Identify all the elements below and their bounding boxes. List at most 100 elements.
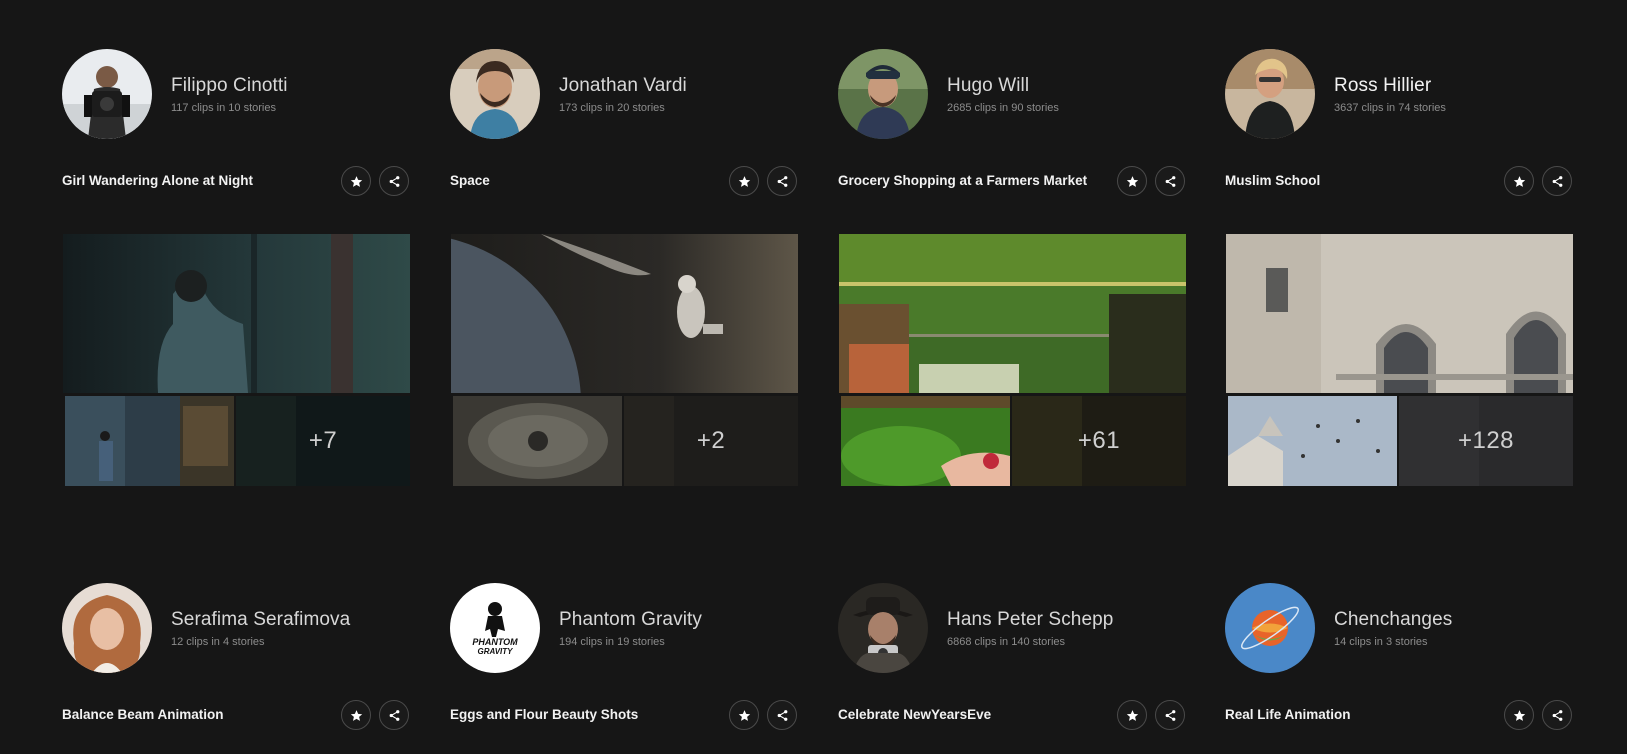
- favorite-button[interactable]: [729, 700, 759, 730]
- creator-name[interactable]: Serafima Serafimova: [171, 608, 350, 632]
- story-title[interactable]: Celebrate NewYearsEve: [838, 707, 991, 722]
- more-clips-tile[interactable]: +2: [624, 396, 798, 486]
- share-button[interactable]: [767, 166, 797, 196]
- favorite-button[interactable]: [729, 166, 759, 196]
- creator-stats: 14 clips in 3 stories: [1334, 636, 1428, 648]
- story-title[interactable]: Girl Wandering Alone at Night: [62, 173, 253, 188]
- story-title[interactable]: Eggs and Flour Beauty Shots: [450, 707, 638, 722]
- creator-avatar[interactable]: [62, 49, 152, 139]
- creator-avatar[interactable]: [450, 49, 540, 139]
- star-icon: [350, 709, 362, 721]
- creator-stats: 194 clips in 19 stories: [559, 636, 665, 648]
- creator-stats: 117 clips in 10 stories: [171, 102, 276, 114]
- creator-avatar[interactable]: [838, 583, 928, 673]
- star-icon: [1513, 175, 1525, 187]
- star-icon: [1126, 175, 1138, 187]
- clip-thumbnail[interactable]: [65, 396, 234, 486]
- story-title[interactable]: Space: [450, 173, 490, 188]
- story-title[interactable]: Muslim School: [1225, 173, 1320, 188]
- story-title[interactable]: Real Life Animation: [1225, 707, 1351, 722]
- star-icon: [738, 709, 750, 721]
- story-header: Celebrate NewYearsEve: [838, 700, 1186, 730]
- star-icon: [738, 175, 750, 187]
- creator-header[interactable]: PHANTOM GRAVITY Phantom Gravity 194 clip…: [450, 582, 702, 674]
- clip-collage[interactable]: +128: [1226, 234, 1573, 486]
- svg-text:GRAVITY: GRAVITY: [478, 647, 514, 656]
- favorite-button[interactable]: [1117, 166, 1147, 196]
- creator-avatar[interactable]: [1225, 583, 1315, 673]
- more-clips-count: +128: [1457, 427, 1515, 454]
- star-icon: [350, 175, 362, 187]
- creator-header[interactable]: Hans Peter Schepp 6868 clips in 140 stor…: [838, 582, 1113, 674]
- clip-collage[interactable]: +7: [63, 234, 410, 486]
- share-icon: [1552, 175, 1562, 187]
- share-button[interactable]: [1542, 700, 1572, 730]
- creator-name[interactable]: Filippo Cinotti: [171, 74, 288, 98]
- clip-thumbnail-main[interactable]: [839, 234, 1186, 393]
- creator-header[interactable]: Filippo Cinotti 117 clips in 10 stories: [62, 48, 288, 140]
- clip-thumbnail[interactable]: [453, 396, 622, 486]
- story-header: Grocery Shopping at a Farmers Market: [838, 166, 1186, 196]
- story-header: Muslim School: [1225, 166, 1573, 196]
- story-header: Girl Wandering Alone at Night: [62, 166, 410, 196]
- creator-header[interactable]: Jonathan Vardi 173 clips in 20 stories: [450, 48, 687, 140]
- clip-thumbnail[interactable]: [841, 396, 1010, 486]
- share-button[interactable]: [767, 700, 797, 730]
- more-clips-tile[interactable]: +128: [1399, 396, 1573, 486]
- favorite-button[interactable]: [1504, 166, 1534, 196]
- creator-name[interactable]: Phantom Gravity: [559, 608, 702, 632]
- share-button[interactable]: [379, 700, 409, 730]
- share-button[interactable]: [379, 166, 409, 196]
- creator-stats: 173 clips in 20 stories: [559, 102, 665, 114]
- share-icon: [389, 709, 399, 721]
- story-header: Space: [450, 166, 798, 196]
- share-button[interactable]: [1155, 166, 1185, 196]
- clip-collage[interactable]: +2: [451, 234, 798, 486]
- creator-stats: 3637 clips in 74 stories: [1334, 102, 1446, 114]
- creator-avatar[interactable]: [1225, 49, 1315, 139]
- creator-name[interactable]: Hans Peter Schepp: [947, 608, 1113, 632]
- star-icon: [1513, 709, 1525, 721]
- more-clips-tile[interactable]: +7: [236, 396, 410, 486]
- story-title[interactable]: Balance Beam Animation: [62, 707, 224, 722]
- creator-avatar[interactable]: [62, 583, 152, 673]
- share-icon: [1165, 175, 1175, 187]
- share-icon: [389, 175, 399, 187]
- favorite-button[interactable]: [1504, 700, 1534, 730]
- clip-collage[interactable]: +61: [839, 234, 1186, 486]
- clip-thumbnail-main[interactable]: [63, 234, 410, 393]
- creator-stats: 6868 clips in 140 stories: [947, 636, 1066, 648]
- more-clips-count: +2: [696, 427, 726, 454]
- svg-text:PHANTOM: PHANTOM: [472, 637, 518, 647]
- creator-avatar[interactable]: [838, 49, 928, 139]
- more-clips-count: +61: [1077, 427, 1121, 454]
- creator-name[interactable]: Hugo Will: [947, 74, 1059, 98]
- favorite-button[interactable]: [341, 166, 371, 196]
- creator-name[interactable]: Jonathan Vardi: [559, 74, 687, 98]
- story-header: Eggs and Flour Beauty Shots: [450, 700, 798, 730]
- creator-header[interactable]: Serafima Serafimova 12 clips in 4 storie…: [62, 582, 350, 674]
- creator-stats: 2685 clips in 90 stories: [947, 102, 1059, 114]
- creator-header[interactable]: Chenchanges 14 clips in 3 stories: [1225, 582, 1452, 674]
- share-icon: [777, 175, 787, 187]
- clip-thumbnail-main[interactable]: [451, 234, 798, 393]
- more-clips-count: +7: [308, 427, 338, 454]
- creator-stats: 12 clips in 4 stories: [171, 636, 265, 648]
- more-clips-tile[interactable]: +61: [1012, 396, 1186, 486]
- story-header: Real Life Animation: [1225, 700, 1573, 730]
- favorite-button[interactable]: [1117, 700, 1147, 730]
- creator-name[interactable]: Ross Hillier: [1334, 74, 1446, 98]
- favorite-button[interactable]: [341, 700, 371, 730]
- share-button[interactable]: [1155, 700, 1185, 730]
- creator-header[interactable]: Ross Hillier 3637 clips in 74 stories: [1225, 48, 1446, 140]
- share-icon: [1552, 709, 1562, 721]
- clip-thumbnail[interactable]: [1228, 396, 1397, 486]
- share-button[interactable]: [1542, 166, 1572, 196]
- clip-thumbnail-main[interactable]: [1226, 234, 1573, 393]
- story-header: Balance Beam Animation: [62, 700, 410, 730]
- story-title[interactable]: Grocery Shopping at a Farmers Market: [838, 173, 1087, 188]
- creator-avatar[interactable]: PHANTOM GRAVITY: [450, 583, 540, 673]
- share-icon: [1165, 709, 1175, 721]
- creator-header[interactable]: Hugo Will 2685 clips in 90 stories: [838, 48, 1059, 140]
- creator-name[interactable]: Chenchanges: [1334, 608, 1452, 632]
